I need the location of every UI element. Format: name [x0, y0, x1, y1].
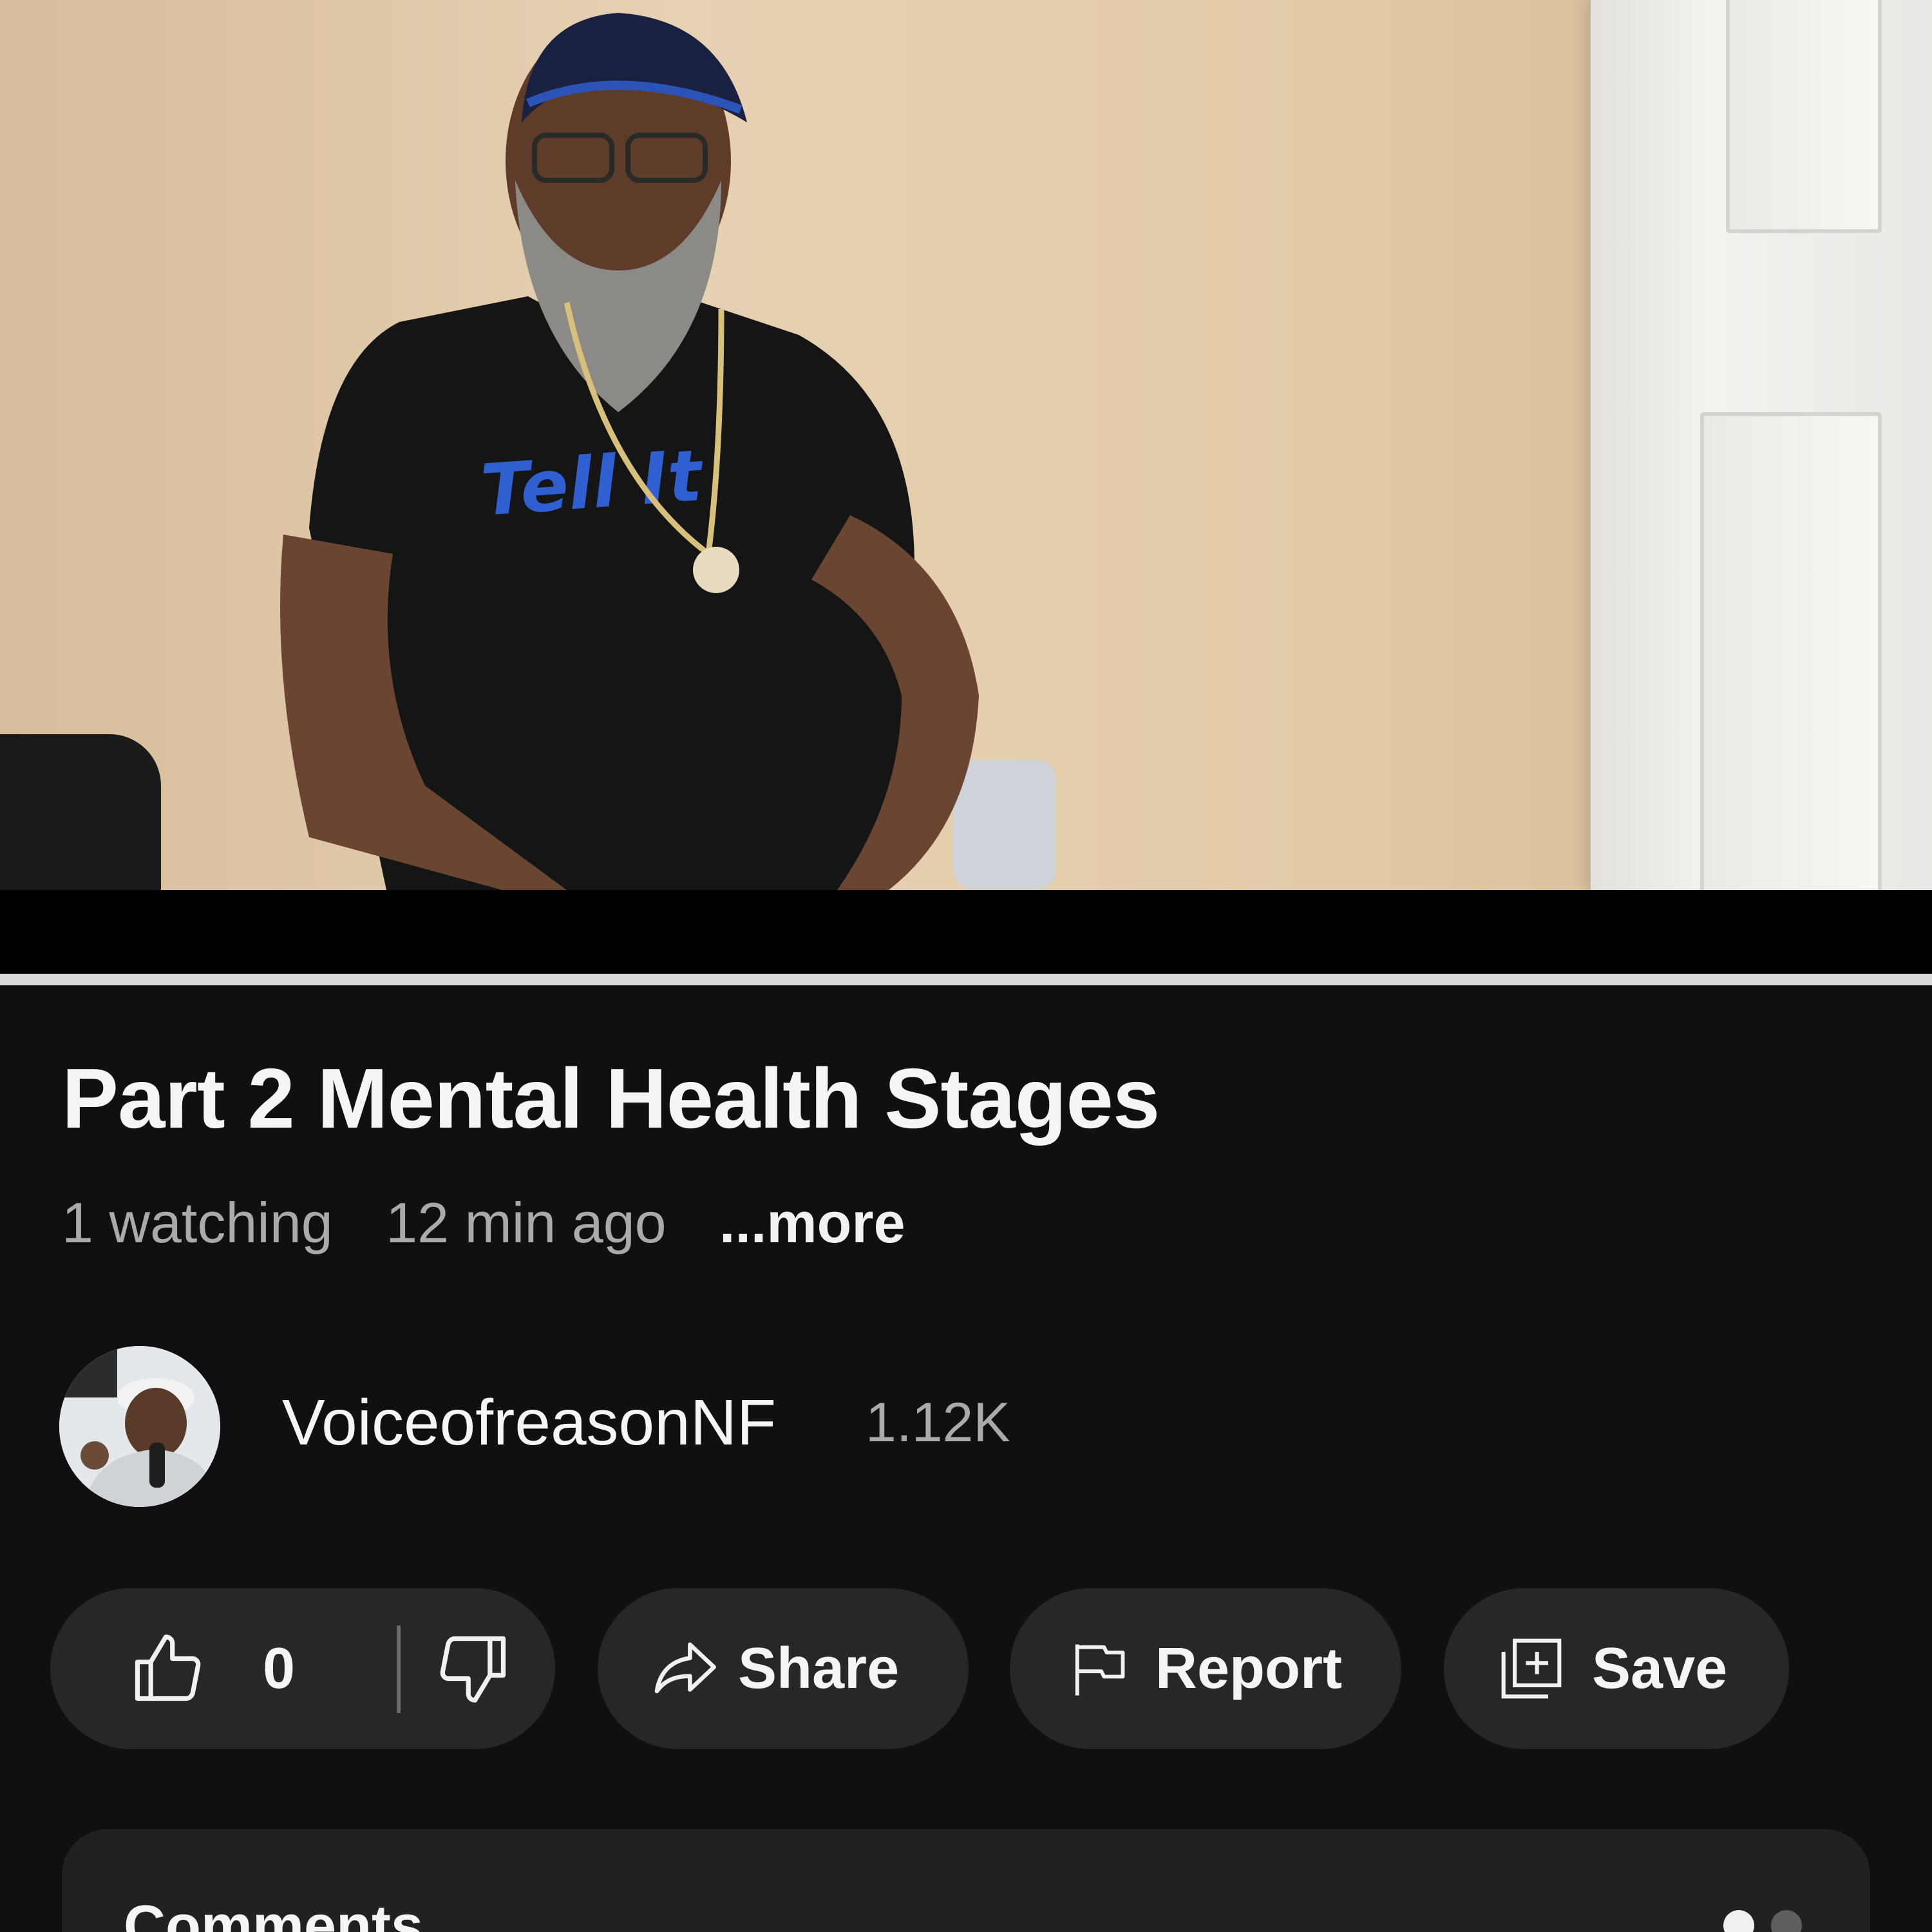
like-count: 0 [263, 1636, 296, 1701]
video-watch-page: Tell It Part 2 Mental Health Stages 1 wa… [0, 0, 1932, 1932]
video-progress-fill [0, 974, 1932, 985]
thumb-up-icon [128, 1629, 207, 1709]
like-divider [397, 1625, 401, 1713]
watching-count: 1 watching [62, 1191, 333, 1255]
carousel-dot-active [1723, 1910, 1754, 1932]
more-button[interactable]: ...more [719, 1191, 905, 1255]
report-button[interactable]: Report [1010, 1588, 1401, 1749]
like-dislike-group: 0 [50, 1588, 555, 1749]
report-label: Report [1155, 1636, 1342, 1701]
video-letterbox [0, 890, 1932, 974]
subscriber-count: 1.12K [866, 1392, 1010, 1454]
upload-time: 12 min ago [386, 1191, 667, 1255]
channel-row: VoiceofreasonNF 1.12K [59, 1346, 1862, 1513]
dislike-button[interactable] [411, 1588, 555, 1749]
share-button[interactable]: Share [598, 1588, 969, 1749]
comments-title: Comments [124, 1894, 424, 1932]
video-frame-person: Tell It [280, 13, 1056, 890]
video-player[interactable]: Tell It [0, 0, 1932, 890]
thumb-down-icon [433, 1629, 513, 1709]
share-label: Share [738, 1636, 900, 1701]
video-meta: 1 watching 12 min ago ...more [62, 1190, 905, 1256]
svg-text:Tell It: Tell It [478, 434, 706, 532]
like-button[interactable]: 0 [50, 1588, 346, 1749]
channel-name[interactable]: VoiceofreasonNF [282, 1386, 776, 1460]
share-arrow-icon [648, 1633, 720, 1705]
save-label: Save [1592, 1636, 1728, 1701]
video-progress-bar[interactable] [0, 974, 1932, 985]
carousel-dot [1771, 1910, 1802, 1932]
save-button[interactable]: Save [1444, 1588, 1789, 1749]
comments-panel[interactable]: Comments [62, 1829, 1870, 1932]
video-frame-door [1591, 0, 1932, 890]
flag-icon [1066, 1633, 1131, 1705]
channel-avatar[interactable] [59, 1346, 220, 1507]
save-playlist-icon [1498, 1635, 1565, 1702]
video-title[interactable]: Part 2 Mental Health Stages [62, 1050, 1160, 1147]
